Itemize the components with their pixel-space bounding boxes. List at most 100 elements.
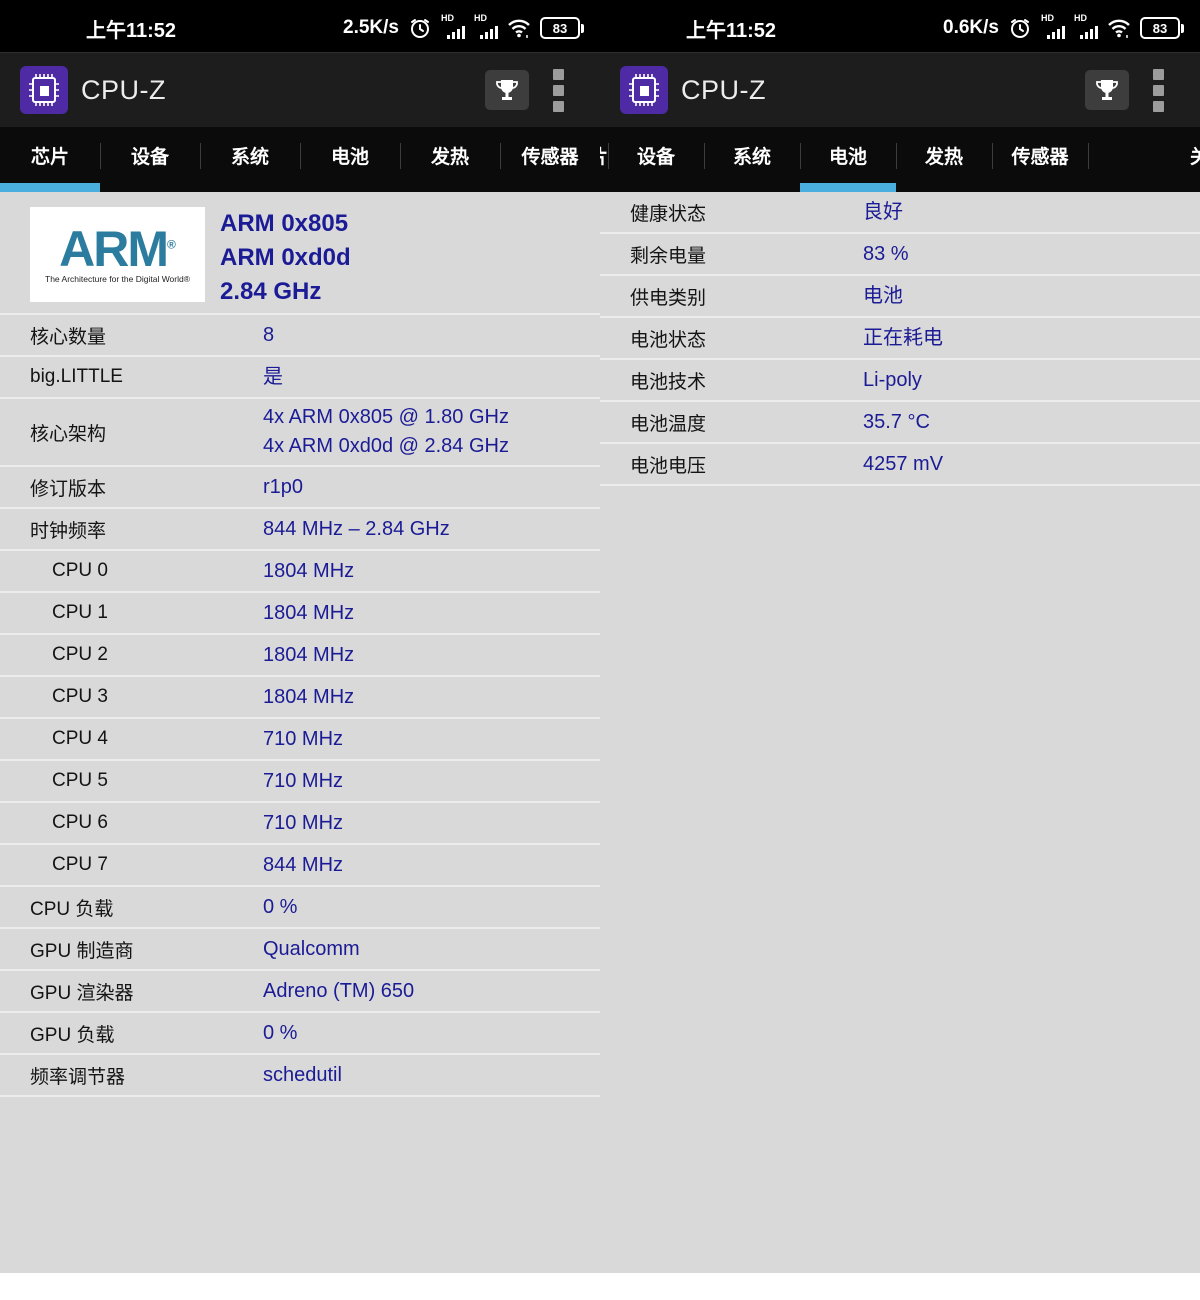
- benchmark-trophy-button[interactable]: [485, 70, 529, 110]
- row-label: 供电类别: [630, 283, 863, 310]
- overflow-menu-button[interactable]: [1153, 69, 1164, 112]
- row-label: big.LITTLE: [30, 366, 263, 388]
- tab-item[interactable]: 系统: [704, 127, 800, 192]
- status-bar: 上午11:52 0.6K/s HD: [600, 0, 1200, 52]
- soc-title-lines: ARM 0x805 ARM 0xd0d 2.84 GHz: [220, 207, 351, 309]
- row-label: GPU 渲染器: [30, 978, 263, 1005]
- table-row: GPU 负载 0 %: [0, 1013, 600, 1055]
- benchmark-trophy-button[interactable]: [1085, 70, 1129, 110]
- table-row: 频率调节器 schedutil: [0, 1055, 600, 1097]
- row-value: 1804 MHz: [263, 683, 354, 712]
- network-speed: 0.6K/s: [943, 17, 999, 39]
- row-value: 4257 mV: [863, 450, 943, 479]
- gesture-bar-area: [0, 1273, 600, 1300]
- table-row: CPU 6 710 MHz: [0, 803, 600, 845]
- table-row: GPU 渲染器 Adreno (TM) 650: [0, 971, 600, 1013]
- tab-partial-right[interactable]: 关: [1088, 127, 1200, 192]
- row-value: 1804 MHz: [263, 557, 354, 586]
- row-value: 83 %: [863, 240, 909, 269]
- row-value: 正在耗电: [863, 324, 943, 353]
- row-label: 电池电压: [630, 451, 863, 478]
- row-label: CPU 5: [30, 770, 263, 792]
- tab-item[interactable]: 设备: [100, 127, 200, 192]
- table-row: CPU 3 1804 MHz: [0, 677, 600, 719]
- row-value: Li-poly: [863, 366, 922, 395]
- tab-item[interactable]: 传感器: [992, 127, 1088, 192]
- content-scroll-area[interactable]: 健康状态 良好 剩余电量 83 % 供电类别 电池 电池状态 正在耗电 电池技术…: [600, 192, 1200, 1273]
- row-label: 时钟频率: [30, 516, 263, 543]
- cpu-z-app-icon: [620, 66, 668, 114]
- arm-tagline: The Architecture for the Digital World®: [45, 274, 190, 284]
- battery-icon: 83: [540, 17, 584, 39]
- row-value: 710 MHz: [263, 767, 343, 796]
- row-value: 4x ARM 0x805 @ 1.80 GHz 4x ARM 0xd0d @ 2…: [263, 403, 509, 461]
- row-value: 8: [263, 321, 274, 350]
- status-time: 上午11:52: [686, 14, 776, 43]
- row-label: GPU 负载: [30, 1020, 263, 1047]
- dual-screenshot-canvas: 上午11:52 2.5K/s HD: [0, 0, 1200, 1300]
- tab-item[interactable]: 设备: [608, 127, 704, 192]
- row-label: GPU 制造商: [30, 936, 263, 963]
- row-value: schedutil: [263, 1061, 342, 1090]
- row-label: 健康状态: [630, 199, 863, 226]
- tab-item[interactable]: 传感器: [500, 127, 600, 192]
- row-value: 0 %: [263, 1019, 297, 1048]
- table-row: 核心架构 4x ARM 0x805 @ 1.80 GHz 4x ARM 0xd0…: [0, 399, 600, 467]
- gesture-bar-area: [600, 1273, 1200, 1300]
- table-row: 电池状态 正在耗电: [600, 318, 1200, 360]
- row-label: CPU 6: [30, 812, 263, 834]
- tab-item[interactable]: 发热: [400, 127, 500, 192]
- row-label: CPU 4: [30, 728, 263, 750]
- tab-item[interactable]: 发热: [896, 127, 992, 192]
- table-row: 电池电压 4257 mV: [600, 444, 1200, 486]
- wifi-icon: [1107, 18, 1131, 38]
- cellular-signal-icon-sim2: HD: [474, 16, 498, 40]
- row-value: 1804 MHz: [263, 599, 354, 628]
- app-title: CPU-Z: [681, 75, 766, 106]
- tab-bar: 芯片设备系统电池发热传感器: [0, 127, 600, 192]
- row-value: 是: [263, 363, 283, 392]
- soc-table: 核心数量 8 big.LITTLE 是 核心架构 4x ARM 0x805 @ …: [0, 315, 600, 1097]
- wifi-icon: [507, 18, 531, 38]
- row-value: Adreno (TM) 650: [263, 977, 414, 1006]
- row-label: 电池温度: [630, 409, 863, 436]
- tab-item[interactable]: 电池: [300, 127, 400, 192]
- row-value: 844 MHz – 2.84 GHz: [263, 515, 450, 544]
- tab-item[interactable]: 芯片: [0, 127, 100, 192]
- arm-logo: ARM® The Architecture for the Digital Wo…: [30, 207, 205, 302]
- alarm-clock-icon: [1008, 16, 1032, 40]
- row-value: 710 MHz: [263, 725, 343, 754]
- row-value: r1p0: [263, 473, 303, 502]
- tab-item[interactable]: 电池: [800, 127, 896, 192]
- row-value: 0 %: [263, 893, 297, 922]
- row-value: 良好: [863, 198, 903, 227]
- trophy-icon: [494, 77, 520, 103]
- tab-bar: 片 设备系统电池发热传感器 关: [600, 127, 1200, 192]
- tab-partial-left[interactable]: 片: [600, 127, 608, 192]
- status-icons: 0.6K/s HD HD: [943, 16, 1184, 40]
- row-label: 剩余电量: [630, 241, 863, 268]
- table-row: big.LITTLE 是: [0, 357, 600, 399]
- row-label: 核心数量: [30, 322, 263, 349]
- table-row: CPU 0 1804 MHz: [0, 551, 600, 593]
- table-row: 供电类别 电池: [600, 276, 1200, 318]
- app-title: CPU-Z: [81, 75, 166, 106]
- row-label: 核心架构: [30, 419, 263, 446]
- row-value: 35.7 °C: [863, 408, 930, 437]
- tab-item[interactable]: 系统: [200, 127, 300, 192]
- row-label: CPU 3: [30, 686, 263, 708]
- network-speed: 2.5K/s: [343, 17, 399, 39]
- status-bar: 上午11:52 2.5K/s HD: [0, 0, 600, 52]
- row-value: Qualcomm: [263, 935, 360, 964]
- row-label: CPU 0: [30, 560, 263, 582]
- row-label: CPU 7: [30, 854, 263, 876]
- table-row: CPU 7 844 MHz: [0, 845, 600, 887]
- cellular-signal-icon-sim1: HD: [441, 16, 465, 40]
- content-scroll-area[interactable]: ARM® The Architecture for the Digital Wo…: [0, 192, 600, 1273]
- panel-left-chip: 上午11:52 2.5K/s HD: [0, 0, 600, 1300]
- table-row: 电池技术 Li-poly: [600, 360, 1200, 402]
- row-label: 修订版本: [30, 474, 263, 501]
- row-label: 电池状态: [630, 325, 863, 352]
- trophy-icon: [1094, 77, 1120, 103]
- overflow-menu-button[interactable]: [553, 69, 564, 112]
